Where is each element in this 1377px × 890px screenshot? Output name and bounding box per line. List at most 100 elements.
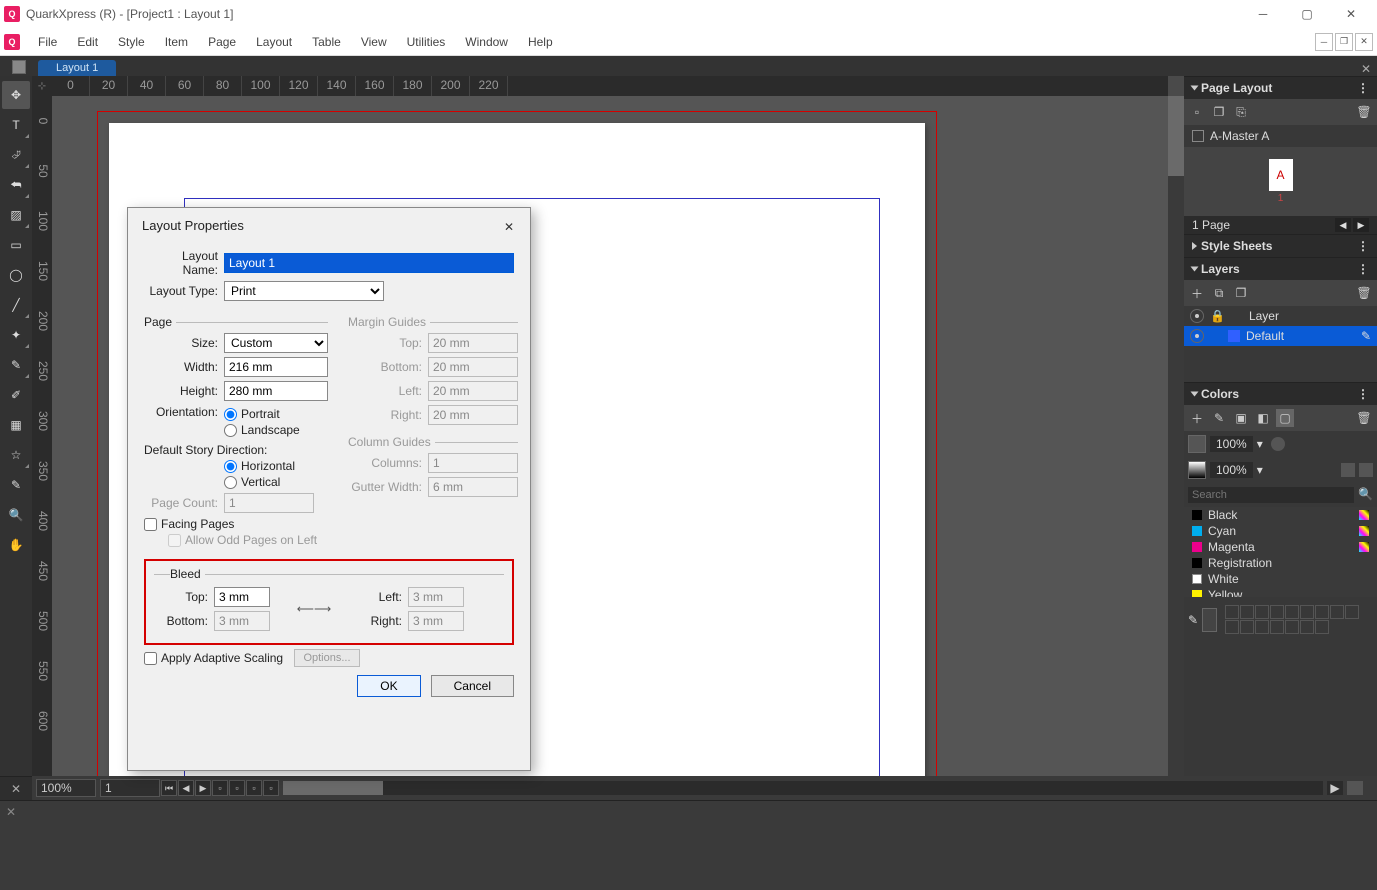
landscape-radio[interactable] [224,424,237,437]
current-color-swatch[interactable] [1202,608,1217,632]
panel-menu-icon[interactable]: ⋮ [1357,262,1369,276]
menu-item[interactable]: Item [155,28,198,56]
horizontal-radio[interactable] [224,460,237,473]
document-tab[interactable]: Layout 1 [38,60,116,76]
tint-value2[interactable]: 100% [1210,462,1253,478]
visibility-icon[interactable] [1190,329,1204,343]
color-item[interactable]: Magenta [1184,539,1377,555]
portrait-radio[interactable] [224,408,237,421]
page-input[interactable] [100,779,160,797]
status-collapse-icon[interactable]: ✕ [0,776,32,800]
line-tool[interactable]: ╱ [2,291,30,319]
unlink-tool[interactable]: ⮪ [2,171,30,199]
menu-utilities[interactable]: Utilities [397,28,456,56]
bezier-tool[interactable]: ✎ [2,351,30,379]
first-page-icon[interactable]: ⏮ [161,780,177,796]
text-color-icon[interactable]: ▢ [1276,409,1294,427]
menu-file[interactable]: File [28,28,67,56]
vertical-radio[interactable] [224,476,237,489]
width-input[interactable] [224,357,328,377]
table-tool[interactable]: ▦ [2,411,30,439]
search-icon[interactable]: 🔍 [1358,487,1373,503]
move-tool[interactable]: ✥ [2,81,30,109]
minimize-button[interactable]: ─ [1241,0,1285,28]
menu-page[interactable]: Page [198,28,246,56]
new-page-icon[interactable]: ▫ [1188,103,1206,121]
mdi-restore[interactable]: ❐ [1335,33,1353,51]
zoom-input[interactable] [36,779,96,797]
master-page-row[interactable]: A-Master A [1184,125,1377,147]
delete-color-icon[interactable]: 🗑 [1355,409,1373,427]
text-tool[interactable]: T [2,111,30,139]
panel-menu-icon[interactable]: ⋮ [1357,239,1369,253]
next-page-icon[interactable]: ▶ [195,780,211,796]
mdi-close[interactable]: ✕ [1355,33,1373,51]
page-prev-icon[interactable]: ◀ [1335,218,1351,232]
new-layer-icon[interactable]: ＋ [1188,284,1206,302]
view-c-icon[interactable]: ▫ [246,780,262,796]
zoom-tool[interactable]: 🔍 [2,501,30,529]
gradient-b-icon[interactable] [1359,463,1373,477]
panel-page-layout-header[interactable]: Page Layout⋮ [1184,76,1377,99]
delete-page-icon[interactable]: 🗑 [1355,103,1373,121]
ok-button[interactable]: OK [357,675,420,697]
dup-page-icon[interactable]: ❐ [1210,103,1228,121]
prev-page-icon[interactable]: ◀ [178,780,194,796]
new-color-icon[interactable]: ＋ [1188,409,1206,427]
mdi-minimize[interactable]: ─ [1315,33,1333,51]
gradient-a-icon[interactable] [1341,463,1355,477]
maximize-button[interactable]: ▢ [1285,0,1329,28]
layer-row-selected[interactable]: Default✎ [1184,326,1377,346]
view-a-icon[interactable]: ▫ [212,780,228,796]
menu-style[interactable]: Style [108,28,155,56]
picture-tool[interactable]: ▨ [2,201,30,229]
tab-add-icon[interactable] [12,60,26,74]
merge-layer-icon[interactable]: ⧉ [1210,284,1228,302]
recent-colors[interactable] [1221,601,1373,638]
menu-window[interactable]: Window [455,28,518,56]
tint-dropdown2-icon[interactable]: ▾ [1257,463,1263,477]
height-input[interactable] [224,381,328,401]
rectangle-tool[interactable]: ▭ [2,231,30,259]
size-select[interactable]: Custom [224,333,328,353]
color-item[interactable]: Registration [1184,555,1377,571]
color-item[interactable]: Yellow [1184,587,1377,597]
menu-view[interactable]: View [351,28,397,56]
section-icon[interactable]: ⎘ [1232,103,1250,121]
edit-color-icon[interactable]: ✎ [1210,409,1228,427]
pan-tool[interactable]: ✋ [2,531,30,559]
menu-table[interactable]: Table [302,28,351,56]
link-tool[interactable]: ⮰ [2,141,30,169]
opacity-icon[interactable] [1271,437,1285,451]
pen-tool[interactable]: ✐ [2,381,30,409]
bottom-close-icon[interactable]: ✕ [6,805,16,819]
tint-value[interactable]: 100% [1210,436,1253,452]
color-item[interactable]: White [1184,571,1377,587]
solid-fill-icon[interactable] [1188,435,1206,453]
star-tool[interactable]: ☆ [2,441,30,469]
dup-layer-icon[interactable]: ❐ [1232,284,1250,302]
frame-color-icon[interactable]: ▣ [1232,409,1250,427]
view-d-icon[interactable]: ▫ [263,780,279,796]
view-b-icon[interactable]: ▫ [229,780,245,796]
content-tool[interactable]: ✦ [2,321,30,349]
panel-layers-header[interactable]: Layers⋮ [1184,257,1377,280]
tint-dropdown-icon[interactable]: ▾ [1257,437,1263,451]
color-list[interactable]: Black Cyan Magenta Registration White Ye… [1184,507,1377,597]
eyedropper-icon[interactable]: ✎ [1188,613,1198,627]
color-item[interactable]: Black [1184,507,1377,523]
color-search-input[interactable] [1188,487,1354,503]
adaptive-scaling-checkbox[interactable] [144,652,157,665]
oval-tool[interactable]: ◯ [2,261,30,289]
panel-colors-header[interactable]: Colors⋮ [1184,382,1377,405]
visibility-icon[interactable] [1190,309,1204,323]
cancel-button[interactable]: Cancel [431,675,514,697]
bleed-top-input[interactable] [214,587,270,607]
layer-row[interactable]: 🔒Layer [1184,306,1377,326]
vertical-scrollbar[interactable] [1168,96,1184,776]
panel-menu-icon[interactable]: ⋮ [1357,81,1369,95]
panel-menu-icon[interactable]: ⋮ [1357,387,1369,401]
color-item[interactable]: Cyan [1184,523,1377,539]
vertical-ruler[interactable]: 0 50 100 150 200 250 300 350 400 450 500… [32,96,52,776]
edit-layer-icon[interactable]: ✎ [1361,329,1371,343]
